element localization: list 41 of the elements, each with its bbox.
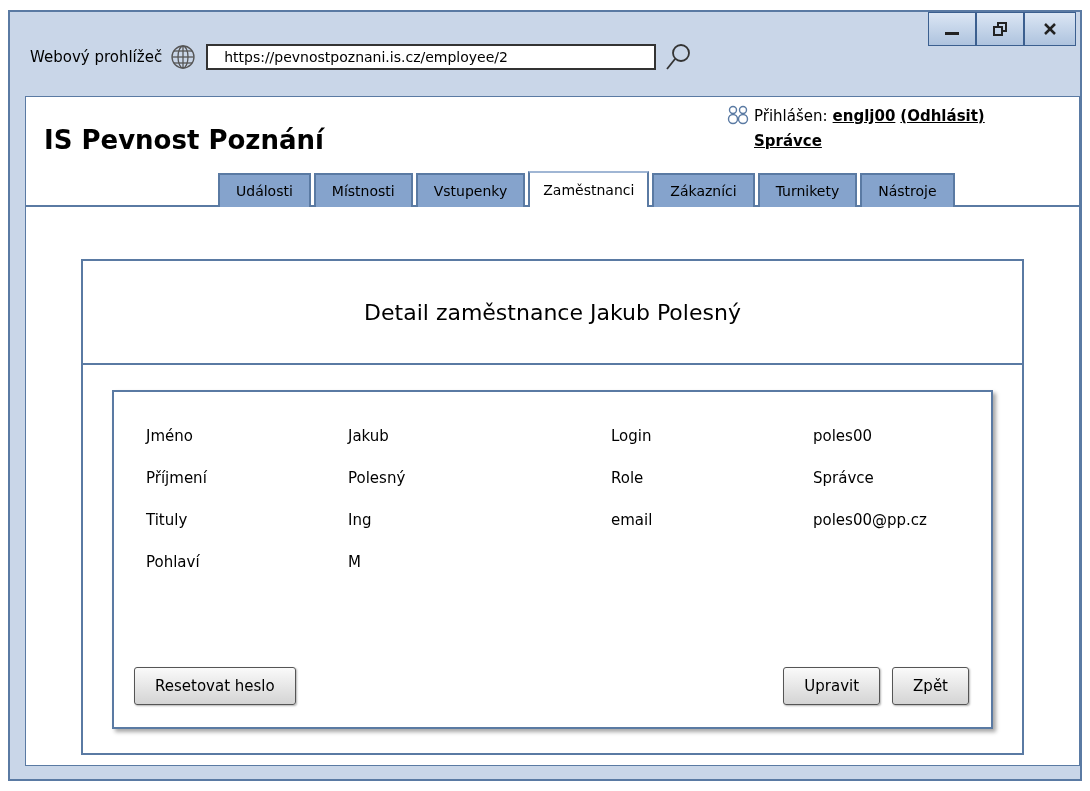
field-label: Jméno bbox=[146, 426, 194, 447]
address-field[interactable]: https://pevnostpoznani.is.cz/employee/2 bbox=[206, 44, 657, 70]
nav-tab[interactable]: Nástroje bbox=[860, 173, 955, 207]
nav-tab[interactable]: Místnosti bbox=[313, 173, 413, 207]
field-label: Příjmení bbox=[146, 468, 208, 489]
field-value: Jakub bbox=[348, 426, 389, 447]
restore-icon bbox=[993, 22, 1007, 36]
users-icon bbox=[726, 105, 750, 125]
field-label: Tituly bbox=[146, 510, 189, 531]
field-label: Role bbox=[611, 468, 645, 489]
minimize-icon bbox=[945, 31, 959, 35]
search-icon[interactable] bbox=[664, 42, 693, 72]
nav-tab[interactable]: Turnikety bbox=[757, 173, 858, 207]
user-link[interactable]: englj00 bbox=[832, 105, 896, 128]
detail-title: Detail zaměstnance Jakub Polesný bbox=[364, 298, 741, 327]
logout-link[interactable]: (Odhlásit) bbox=[900, 105, 985, 128]
app-title: IS Pevnost Poznání bbox=[44, 124, 324, 157]
close-icon bbox=[1044, 23, 1056, 35]
globe-icon bbox=[170, 44, 197, 70]
action-button[interactable]: Zpět bbox=[892, 667, 969, 705]
close-button[interactable] bbox=[1024, 12, 1076, 46]
field-value: Správce bbox=[813, 468, 874, 489]
field-value: Ing bbox=[348, 510, 372, 531]
field-value: poles00@pp.cz bbox=[813, 510, 927, 531]
action-button[interactable]: Resetovat heslo bbox=[134, 667, 296, 705]
nav-tab[interactable]: Vstupenky bbox=[415, 173, 526, 207]
field-label: Pohlaví bbox=[146, 552, 201, 573]
field-label: email bbox=[611, 510, 654, 531]
field-value: Polesný bbox=[348, 468, 406, 489]
nav-tab[interactable]: Zákazníci bbox=[652, 173, 755, 207]
window-title: Webový prohlížeč bbox=[30, 46, 163, 68]
field-label: Login bbox=[611, 426, 653, 447]
role-link[interactable]: Správce bbox=[754, 129, 822, 152]
restore-button[interactable] bbox=[976, 12, 1024, 46]
field-value: poles00 bbox=[813, 426, 872, 447]
nav-tab[interactable]: Zaměstnanci bbox=[528, 171, 650, 207]
minimize-button[interactable] bbox=[928, 12, 976, 46]
login-label: Přihlášen: bbox=[754, 106, 828, 127]
action-button[interactable]: Upravit bbox=[783, 667, 881, 705]
field-value: M bbox=[348, 552, 361, 573]
nav-tab[interactable]: Události bbox=[218, 173, 311, 207]
